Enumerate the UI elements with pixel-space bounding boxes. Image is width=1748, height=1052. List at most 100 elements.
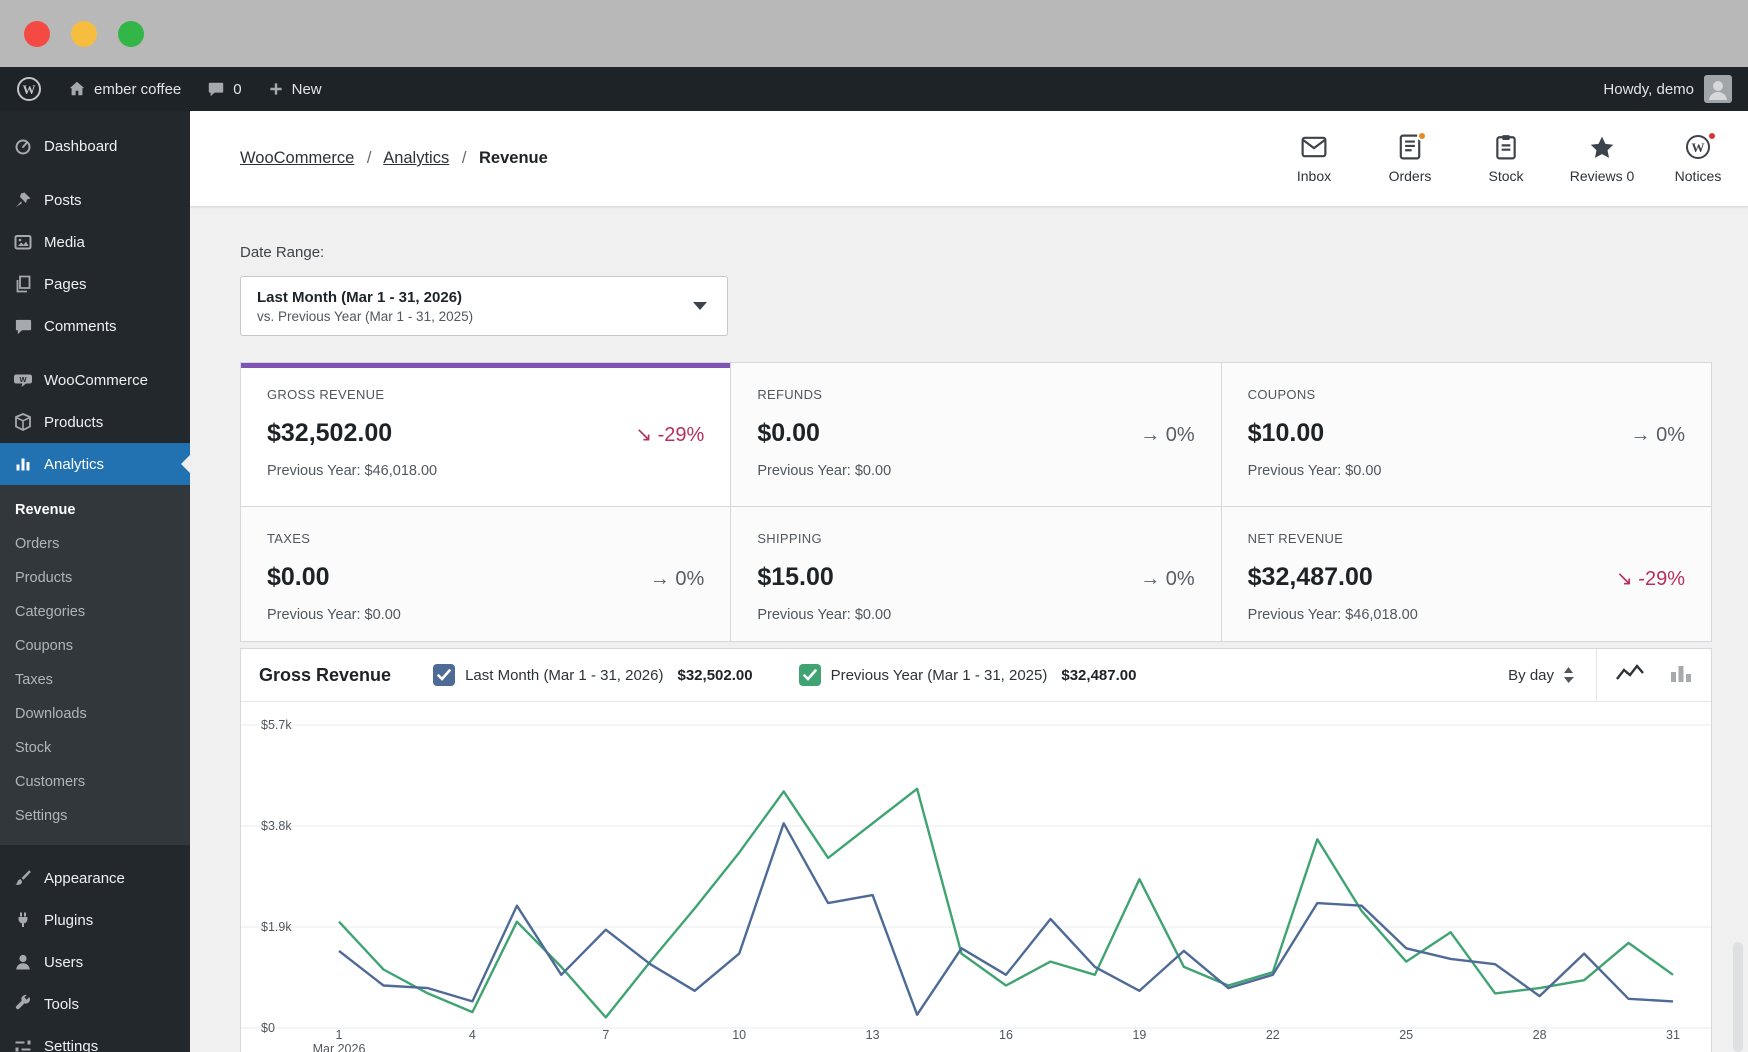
submenu-item-orders[interactable]: Orders <box>0 527 190 561</box>
notices-alert-dot <box>1707 130 1717 141</box>
legend-last-month[interactable]: Last Month (Mar 1 - 31, 2026) $32,502.00 <box>433 664 753 686</box>
summary-card-refunds[interactable]: REFUNDS $0.00 → 0% Previous Year: $0.00 <box>731 363 1222 507</box>
new-label: New <box>291 80 322 98</box>
submenu-item-products[interactable]: Products <box>0 561 190 595</box>
sidebar-item-settings[interactable]: Settings <box>0 1025 190 1052</box>
interval-selector[interactable]: By day <box>1486 666 1596 684</box>
line-chart-toggle[interactable] <box>1615 662 1645 689</box>
minimize-window-button[interactable] <box>71 20 97 47</box>
sidebar-item-appearance[interactable]: Appearance <box>0 857 190 899</box>
new-content-menu[interactable]: New <box>268 81 322 98</box>
interval-label: By day <box>1508 666 1554 684</box>
svg-text:W: W <box>19 375 27 384</box>
bar-chart-toggle[interactable] <box>1669 662 1693 689</box>
activity-label: Stock <box>1488 167 1524 184</box>
activity-notices[interactable]: W Notices <box>1650 130 1746 184</box>
svg-text:1: 1 <box>336 1028 343 1042</box>
summary-card-shipping[interactable]: SHIPPING $15.00 → 0% Previous Year: $0.0… <box>731 507 1222 642</box>
breadcrumb-link-woocommerce[interactable]: WooCommerce <box>240 149 354 167</box>
legend-checkbox-previous-year[interactable] <box>798 664 821 686</box>
avatar <box>1704 75 1732 103</box>
svg-text:W: W <box>23 82 36 97</box>
chart-controls: By day <box>1486 649 1711 701</box>
page-title: Revenue <box>479 149 548 167</box>
activity-label: Notices <box>1674 167 1722 184</box>
summary-card-taxes[interactable]: TAXES $0.00 → 0% Previous Year: $0.00 <box>241 507 732 642</box>
media-icon <box>13 232 33 252</box>
chart-header: Gross Revenue Last Month (Mar 1 - 31, 20… <box>241 649 1711 702</box>
summary-card-coupons[interactable]: COUPONS $10.00 → 0% Previous Year: $0.00 <box>1221 363 1712 507</box>
wordpress-logo-menu[interactable]: W <box>16 76 42 102</box>
sidebar-item-dashboard[interactable]: Dashboard <box>0 125 190 167</box>
plug-icon <box>13 910 33 930</box>
submenu-item-settings[interactable]: Settings <box>0 799 190 833</box>
svg-text:13: 13 <box>866 1028 880 1042</box>
summary-card-net-revenue[interactable]: NET REVENUE $32,487.00 ↘ -29% Previous Y… <box>1221 507 1712 642</box>
card-previous: Previous Year: $0.00 <box>757 607 892 623</box>
submenu-item-taxes[interactable]: Taxes <box>0 663 190 697</box>
sidebar-item-users[interactable]: Users <box>0 941 190 983</box>
sidebar-item-label: Dashboard <box>44 137 118 155</box>
close-window-button[interactable] <box>24 20 50 47</box>
activity-reviews[interactable]: Reviews 0 <box>1554 134 1650 184</box>
activity-label: Inbox <box>1296 167 1332 184</box>
card-label: TAXES <box>267 531 311 546</box>
legend-previous-year[interactable]: Previous Year (Mar 1 - 31, 2025) $32,487… <box>798 664 1136 686</box>
howdy-text: Howdy, demo <box>1603 80 1694 98</box>
submenu-item-categories[interactable]: Categories <box>0 595 190 629</box>
account-menu[interactable]: Howdy, demo <box>1603 75 1732 103</box>
scrollbar-thumb[interactable] <box>1733 942 1743 1052</box>
card-value: $32,487.00 <box>1247 563 1373 591</box>
analytics-submenu: Revenue Orders Products Categories Coupons Ta… <box>0 485 190 845</box>
reviews-star-icon <box>1589 134 1615 161</box>
summary-card-gross-revenue[interactable]: GROSS REVENUE $32,502.00 ↘ -29% Previous… <box>241 363 732 507</box>
line-chart-icon <box>1616 663 1644 680</box>
legend-total: $32,502.00 <box>677 666 753 684</box>
sidebar-item-plugins[interactable]: Plugins <box>0 899 190 941</box>
card-label: GROSS REVENUE <box>267 387 385 402</box>
card-label: SHIPPING <box>757 531 822 546</box>
sidebar-item-label: Users <box>44 953 84 971</box>
sidebar-item-posts[interactable]: Posts <box>0 179 190 221</box>
sidebar-item-label: WooCommerce <box>44 371 148 389</box>
sidebar-item-label: Settings <box>44 1037 99 1052</box>
activity-orders[interactable]: Orders <box>1362 130 1458 184</box>
sidebar-item-woocommerce[interactable]: W WooCommerce <box>0 359 190 401</box>
svg-text:28: 28 <box>1533 1028 1547 1042</box>
submenu-item-customers[interactable]: Customers <box>0 765 190 799</box>
activity-stock[interactable]: Stock <box>1458 134 1554 184</box>
sidebar-item-label: Media <box>44 233 85 251</box>
checkmark-icon <box>802 669 817 681</box>
svg-text:7: 7 <box>602 1028 609 1042</box>
sidebar-item-media[interactable]: Media <box>0 221 190 263</box>
date-range-secondary: vs. Previous Year (Mar 1 - 31, 2025) <box>257 308 474 324</box>
card-label: COUPONS <box>1247 387 1316 402</box>
activity-inbox[interactable]: Inbox <box>1266 134 1362 184</box>
breadcrumb: WooCommerce / Analytics / Revenue <box>240 149 548 168</box>
breadcrumb-link-analytics[interactable]: Analytics <box>383 149 449 167</box>
submenu-item-stock[interactable]: Stock <box>0 731 190 765</box>
sidebar-item-tools[interactable]: Tools <box>0 983 190 1025</box>
zoom-window-button[interactable] <box>118 20 144 47</box>
sidebar-item-pages[interactable]: Pages <box>0 263 190 305</box>
inbox-envelope-icon <box>1301 134 1327 161</box>
wp-admin-bar: W ember coffee 0 New Howdy, demo <box>0 67 1748 111</box>
svg-text:$5.7k: $5.7k <box>261 718 292 732</box>
card-label: NET REVENUE <box>1247 531 1344 546</box>
submenu-item-downloads[interactable]: Downloads <box>0 697 190 731</box>
submenu-item-revenue[interactable]: Revenue <box>0 493 190 527</box>
sidebar-item-comments[interactable]: Comments <box>0 305 190 347</box>
legend-checkbox-last-month[interactable] <box>433 664 456 686</box>
card-trend: → 0% <box>649 568 705 590</box>
card-trend: ↘ -29% <box>635 424 705 446</box>
comments-shortcut[interactable]: 0 <box>207 80 242 98</box>
sidebar-item-label: Appearance <box>44 869 125 887</box>
svg-text:$0: $0 <box>261 1021 275 1035</box>
submenu-item-coupons[interactable]: Coupons <box>0 629 190 663</box>
site-name-link[interactable]: ember coffee <box>68 80 181 98</box>
sidebar-item-analytics[interactable]: Analytics <box>0 443 190 485</box>
user-icon <box>13 952 33 972</box>
sidebar-item-products[interactable]: Products <box>0 401 190 443</box>
date-range-dropdown[interactable]: Last Month (Mar 1 - 31, 2026) vs. Previo… <box>240 276 728 336</box>
activity-label: Orders <box>1388 167 1432 184</box>
